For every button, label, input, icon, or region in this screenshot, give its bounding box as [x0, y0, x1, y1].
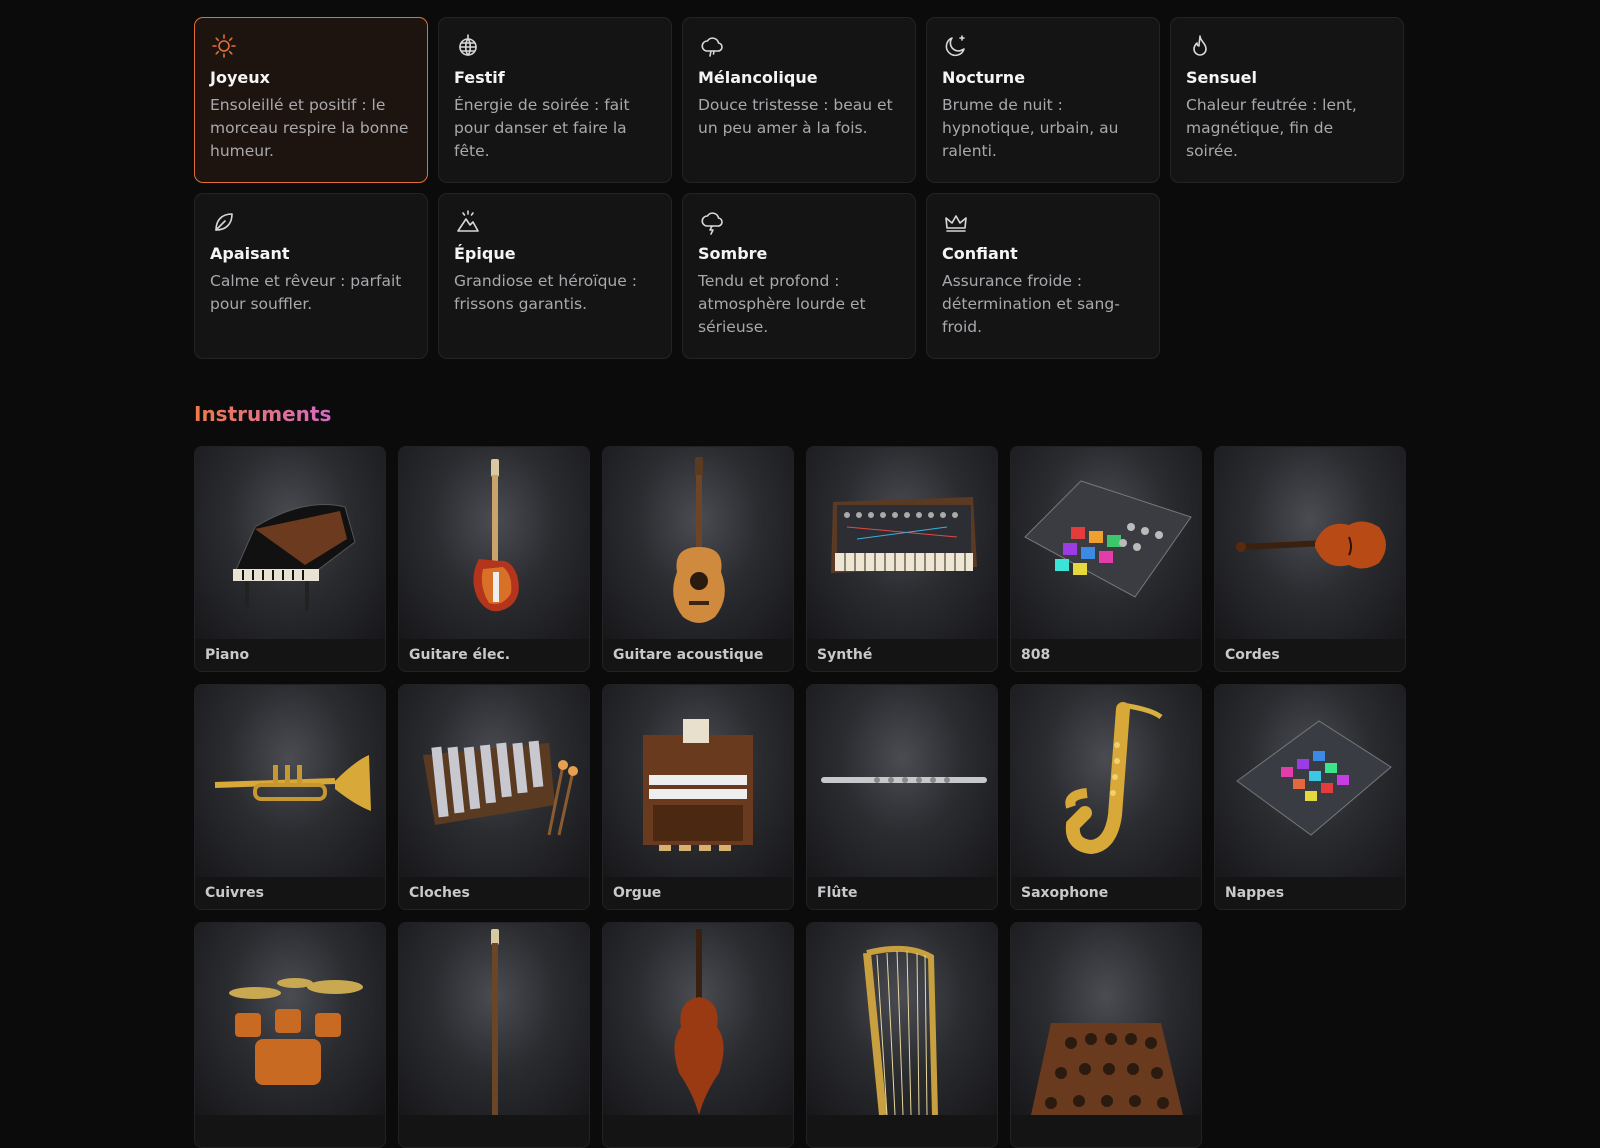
instrument-image-organ [603, 685, 793, 877]
instrument-image-electric-guitar [399, 447, 589, 639]
mood-title: Apaisant [210, 244, 290, 263]
flame-icon [1186, 32, 1214, 60]
main-content: Joyeux Ensoleillé et positif : le morceau… [194, 17, 1406, 1148]
instrument-card-xylophone[interactable]: Cloches [398, 684, 590, 910]
mood-card-4[interactable]: Nocturne Brume de nuit : hypnotique, urba… [926, 17, 1160, 183]
leaf-icon [210, 208, 238, 236]
instrument-image-violin [1215, 447, 1405, 639]
instrument-grid: Piano Guitare élec. Guitare acoustique Synt… [194, 446, 1406, 1148]
instrument-label: 808 [1021, 647, 1051, 663]
instrument-card-pad[interactable]: Nappes [1214, 684, 1406, 910]
instrument-card-drum-kit[interactable] [194, 922, 386, 1148]
instrument-label [807, 1115, 997, 1131]
instrument-image-drum-kit [195, 923, 385, 1115]
instrument-image-orchestra [1011, 923, 1201, 1115]
disco-ball-icon [454, 32, 482, 60]
mood-card-5[interactable]: Sensuel Chaleur feutrée : lent, magnétiqu… [1170, 17, 1404, 183]
instrument-label: Guitare acoustique [613, 647, 764, 663]
instrument-label: Guitare élec. [409, 647, 511, 663]
mood-card-6[interactable]: Apaisant Calme et rêveur : parfait pour s… [194, 193, 428, 359]
instrument-label: Saxophone [1021, 885, 1109, 901]
mood-title: Joyeux [210, 68, 270, 87]
mood-title: Sombre [698, 244, 768, 263]
instrument-label: Synthé [817, 647, 873, 663]
mood-card-7[interactable]: Épique Grandiose et héroïque : frissons g… [438, 193, 672, 359]
instrument-label [1011, 1115, 1201, 1131]
instruments-title: Instruments [194, 402, 332, 426]
mood-description: Douce tristesse : beau et un peu amer à … [698, 96, 893, 137]
instrument-label: Flûte [817, 885, 858, 901]
instrument-card-violin[interactable]: Cordes [1214, 446, 1406, 672]
instrument-image-bass [399, 923, 589, 1115]
moon-star-icon [942, 32, 970, 60]
instrument-image-piano [195, 447, 385, 639]
instrument-card-cello[interactable] [602, 922, 794, 1148]
mood-title: Nocturne [942, 68, 1026, 87]
instrument-label [399, 1115, 589, 1131]
mood-description: Tendu et profond : atmosphère lourde et … [698, 272, 866, 336]
instrument-image-cello [603, 923, 793, 1115]
instrument-label [195, 1115, 385, 1131]
instrument-image-synth [807, 447, 997, 639]
instrument-card-drum-machine[interactable]: 808 [1010, 446, 1202, 672]
instrument-card-piano[interactable]: Piano [194, 446, 386, 672]
mood-card-2[interactable]: Festif Énergie de soirée : fait pour dans… [438, 17, 672, 183]
instrument-card-synth[interactable]: Synthé [806, 446, 998, 672]
instrument-label: Cloches [409, 885, 470, 901]
cloud-rain-icon [698, 32, 726, 60]
mood-title: Mélancolique [698, 68, 818, 87]
mood-title: Sensuel [1186, 68, 1258, 87]
instrument-card-orchestra[interactable] [1010, 922, 1202, 1148]
instrument-card-saxophone[interactable]: Saxophone [1010, 684, 1202, 910]
instrument-card-harp[interactable] [806, 922, 998, 1148]
instrument-card-bass[interactable] [398, 922, 590, 1148]
mood-card-1[interactable]: Joyeux Ensoleillé et positif : le morceau… [194, 17, 428, 183]
storm-cloud-icon [698, 208, 726, 236]
instrument-label: Nappes [1225, 885, 1285, 901]
mood-description: Énergie de soirée : fait pour danser et … [454, 96, 630, 160]
mood-description: Assurance froide : détermination et sang… [942, 272, 1120, 336]
mood-description: Chaleur feutrée : lent, magnétique, fin … [1186, 96, 1357, 160]
instrument-image-flute [807, 685, 997, 877]
mood-card-8[interactable]: Sombre Tendu et profond : atmosphère lour… [682, 193, 916, 359]
instrument-card-flute[interactable]: Flûte [806, 684, 998, 910]
instrument-image-drum-machine [1011, 447, 1201, 639]
instrument-label: Piano [205, 647, 250, 663]
instrument-image-harp [807, 923, 997, 1115]
instrument-label: Cuivres [205, 885, 264, 901]
mood-card-9[interactable]: Confiant Assurance froide : détermination… [926, 193, 1160, 359]
mountain-icon [454, 208, 482, 236]
mood-title: Festif [454, 68, 505, 87]
crown-icon [942, 208, 970, 236]
mood-grid: Joyeux Ensoleillé et positif : le morceau… [194, 17, 1406, 359]
mood-title: Épique [454, 244, 516, 263]
mood-title: Confiant [942, 244, 1018, 263]
instrument-image-acoustic-guitar [603, 447, 793, 639]
mood-description: Grandiose et héroïque : frissons garanti… [454, 272, 637, 313]
mood-description: Brume de nuit : hypnotique, urbain, au r… [942, 96, 1119, 160]
sun-icon [210, 32, 238, 60]
instrument-image-trumpet [195, 685, 385, 877]
mood-description: Ensoleillé et positif : le morceau respi… [210, 96, 409, 160]
instrument-card-organ[interactable]: Orgue [602, 684, 794, 910]
instrument-image-saxophone [1011, 685, 1201, 877]
instrument-card-trumpet[interactable]: Cuivres [194, 684, 386, 910]
instrument-label: Orgue [613, 885, 662, 901]
instrument-card-electric-guitar[interactable]: Guitare élec. [398, 446, 590, 672]
mood-card-3[interactable]: Mélancolique Douce tristesse : beau et un… [682, 17, 916, 183]
instrument-label [603, 1115, 793, 1131]
instrument-card-acoustic-guitar[interactable]: Guitare acoustique [602, 446, 794, 672]
mood-description: Calme et rêveur : parfait pour souffler. [210, 272, 402, 313]
instrument-label: Cordes [1225, 647, 1280, 663]
instrument-image-pad [1215, 685, 1405, 877]
instrument-image-xylophone [399, 685, 589, 877]
